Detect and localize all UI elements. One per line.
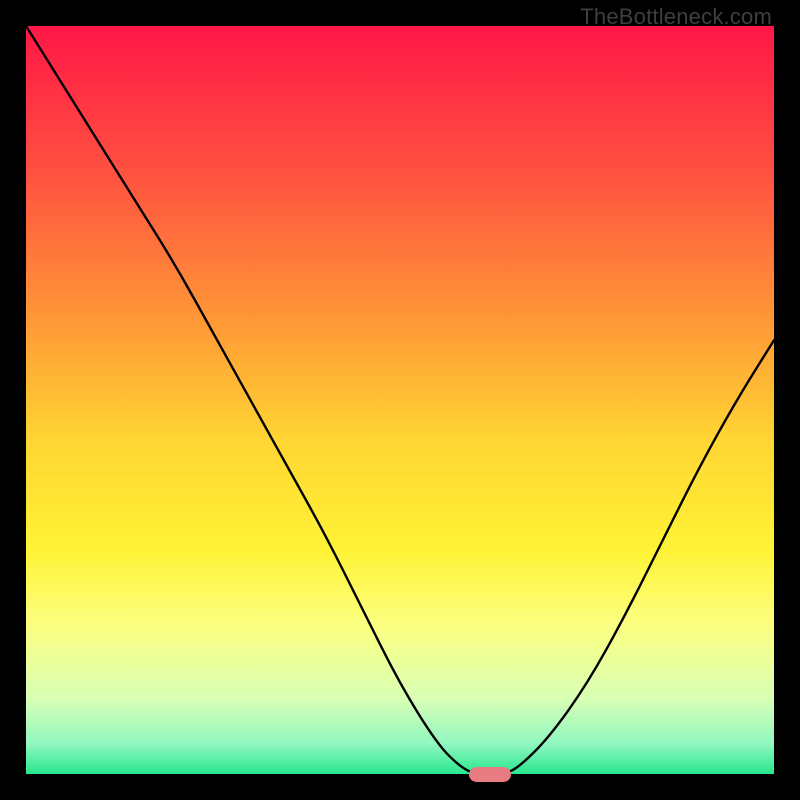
- watermark-text: TheBottleneck.com: [580, 4, 772, 30]
- optimal-marker: [469, 767, 511, 782]
- chart-background: [26, 26, 774, 774]
- chart-frame: [26, 26, 774, 774]
